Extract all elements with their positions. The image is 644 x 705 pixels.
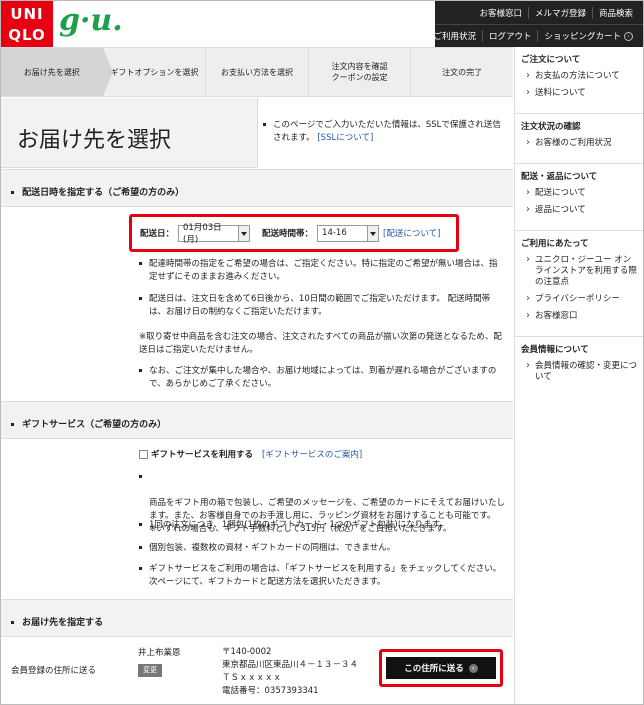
- help-sidebar: ご注文について お支払の方法について 送料について 注文状況の確認 お客様のご利…: [514, 47, 643, 704]
- bullet-dot: [139, 475, 142, 478]
- delivery-section-header: 配送日時を指定する（ご希望の方のみ）: [1, 169, 513, 207]
- delivery-date-label: 配送日：: [140, 229, 175, 239]
- chevron-right-icon: ›: [468, 663, 478, 673]
- step-confirm-order-label: 注文内容を確認 クーポンの設定: [331, 62, 388, 82]
- uniqlo-logo[interactable]: UNI QLO: [1, 1, 53, 49]
- step-confirm-order: 注文内容を確認 クーポンの設定: [307, 48, 411, 96]
- step-order-complete: 注文の完了: [410, 48, 513, 96]
- gu-logo[interactable]: g·u.: [59, 3, 123, 38]
- delivery-bullet: 配達時間帯の指定をご希望の場合は、ご指定ください。特に指定のご希望が無い場合は、…: [139, 258, 505, 284]
- postal-code: 〒140-0002: [222, 647, 272, 657]
- delivery-bullet-text: 配達時間帯の指定をご希望の場合は、ご指定ください。特に指定のご希望が無い場合は、…: [149, 259, 498, 282]
- delivery-date-value: 01月03日(月): [183, 223, 222, 245]
- sidebar-link[interactable]: 配送について: [521, 187, 639, 199]
- sidebar-section-title: 注文状況の確認: [521, 122, 581, 132]
- delivery-section-title: 配送日時を指定する（ご希望の方のみ）: [22, 188, 185, 198]
- page-title: お届け先を選択: [17, 128, 172, 153]
- sidebar-link[interactable]: 会員情報の確認・変更について: [521, 360, 639, 383]
- address-section-header: お届け先を指定する: [1, 599, 513, 637]
- gift-bullet: 1回の注文につき、1梱包(1枚のギフトカード・1つのギフト包装)になります。: [139, 519, 505, 532]
- sidebar-section-title: 配送・返品について: [521, 172, 598, 182]
- shopping-cart-link[interactable]: ショッピングカート ›: [537, 30, 639, 42]
- customer-window-link[interactable]: お客様窓口: [473, 7, 528, 19]
- step-payment-method: お支払い方法を選択: [205, 48, 308, 96]
- page-title-box: お届け先を選択: [1, 98, 258, 168]
- recipient-name: 井上布業恩: [138, 648, 181, 658]
- gift-bullet-text: 1回の注文につき、1梱包(1枚のギフトカード・1つのギフト包装)になります。: [149, 520, 448, 530]
- delivery-info-link[interactable]: [配送について]: [383, 227, 440, 239]
- sidebar-section: 会員情報について 会員情報の確認・変更について: [515, 337, 643, 397]
- sidebar-link[interactable]: お客様のご利用状況: [521, 137, 639, 149]
- address-line: 東京都品川区東品川４－１３－３４: [222, 660, 359, 670]
- usage-status-link[interactable]: ご利用状況: [427, 30, 482, 42]
- send-to-address-highlight: この住所に送る ›: [379, 649, 503, 687]
- delivery-datetime-box: 配送日： 01月03日(月) 配送時間帯： 14-16 [配送について]: [129, 214, 459, 252]
- dropdown-arrow-icon: [367, 225, 379, 241]
- sidebar-section-title: ご利用にあたって: [521, 239, 589, 249]
- bullet-dot: [139, 262, 142, 265]
- sidebar-section: 配送・返品について 配送について 返品について: [515, 164, 643, 231]
- bullet-dot: [139, 546, 142, 549]
- gift-bullet-text: 個別包装、複数枚の資材・ギフトカードの同梱は、できません。: [149, 543, 396, 553]
- address-building: ＴＳｘｘｘｘｘ: [222, 673, 282, 683]
- bullet-dot: [139, 523, 142, 526]
- phone-number: 電話番号：0357393341: [222, 686, 319, 696]
- gift-section-title: ギフトサービス（ご希望の方のみ）: [22, 420, 167, 430]
- sidebar-link[interactable]: お支払の方法について: [521, 70, 639, 82]
- delivery-time-label: 配送時間帯：: [262, 229, 314, 239]
- gift-section-header: ギフトサービス（ご希望の方のみ）: [1, 401, 513, 439]
- gift-service-option: ギフトサービスを利用する [ギフトサービスのご案内]: [139, 448, 362, 460]
- bullet-dot: [139, 567, 142, 570]
- sidebar-link[interactable]: プライバシーポリシー: [521, 293, 639, 305]
- gift-bullet: 個別包装、複数枚の資材・ギフトカードの同梱は、できません。: [139, 542, 505, 555]
- gift-bullet-text: ギフトサービスをご利用の場合は、「ギフトサービスを利用する」をチェックしてくださ…: [149, 564, 502, 587]
- bullet-dot: [263, 123, 266, 126]
- sidebar-link[interactable]: 送料について: [521, 87, 639, 99]
- ssl-note: このページでご入力いただいた情報は、SSLで保護され送信されます。 [SSLにつ…: [263, 119, 509, 145]
- logout-link[interactable]: ログアウト: [481, 30, 538, 42]
- change-address-button[interactable]: 変更: [138, 664, 162, 677]
- ssl-info-link[interactable]: [SSLについて]: [317, 133, 373, 143]
- shopping-cart-label: ショッピングカート: [544, 32, 621, 42]
- delivery-bullet: なお、ご注文が集中した場合や、お届け地域によっては、到着が遅れる場合がございます…: [139, 365, 505, 391]
- page: UNI QLO g·u. お客様窓口 メルマガ登録 商品検索 ご利用状況 ログア…: [0, 0, 644, 705]
- sidebar-section-title: ご注文について: [521, 55, 581, 65]
- bullet-dot: [139, 369, 142, 372]
- uniqlo-logo-line2: QLO: [8, 26, 46, 44]
- sidebar-link[interactable]: 返品について: [521, 204, 639, 216]
- gift-bullet: ギフトサービスをご利用の場合は、「ギフトサービスを利用する」をチェックしてくださ…: [139, 563, 505, 589]
- chevron-right-icon: ›: [624, 31, 633, 41]
- uniqlo-logo-line1: UNI: [10, 5, 44, 23]
- sidebar-section: ご注文について お支払の方法について 送料について: [515, 47, 643, 114]
- sidebar-section: ご利用にあたって ユニクロ・ジーユー オンラインストアを利用する際の注意点 プラ…: [515, 231, 643, 337]
- top-navigation: お客様窓口 メルマガ登録 商品検索 ご利用状況 ログアウト ショッピングカート …: [433, 1, 643, 47]
- bullet-dot: [139, 297, 142, 300]
- delivery-time-select[interactable]: 14-16: [317, 224, 380, 242]
- send-to-this-address-button[interactable]: この住所に送る ›: [386, 657, 496, 679]
- gift-service-info-link[interactable]: [ギフトサービスのご案内]: [262, 448, 362, 460]
- newsletter-link[interactable]: メルマガ登録: [527, 6, 592, 19]
- sidebar-link[interactable]: ユニクロ・ジーユー オンラインストアを利用する際の注意点: [521, 254, 639, 288]
- address-block: 〒140-0002 東京都品川区東品川４－１３－３４ ＴＳｘｘｘｘｘ 電話番号：…: [222, 646, 358, 698]
- checkout-steps: お届け先を選択 ギフトオプションを選択 お支払い方法を選択 注文内容を確認 クー…: [1, 47, 513, 97]
- delivery-bullet-text: なお、ご注文が集中した場合や、お届け地域によっては、到着が遅れる場合がございます…: [149, 366, 497, 389]
- member-address-label: 会員登録の住所に送る: [11, 666, 97, 676]
- delivery-note: ※取り寄せ中商品を含む注文の場合、注文されたすべての商品が揃い次第の発送となるた…: [139, 332, 502, 355]
- send-to-this-address-label: この住所に送る: [404, 664, 464, 674]
- step-select-destination: お届け先を選択: [1, 48, 113, 96]
- ssl-note-text: このページでご入力いただいた情報は、SSLで保護され送信されます。: [273, 120, 501, 143]
- address-section-title: お届け先を指定する: [22, 618, 104, 628]
- delivery-date-select[interactable]: 01月03日(月): [178, 223, 251, 245]
- delivery-time-value: 14-16: [322, 228, 347, 238]
- gift-service-label[interactable]: ギフトサービスを利用する: [151, 448, 253, 460]
- sidebar-link[interactable]: お客様窓口: [521, 310, 639, 322]
- step-gift-options: ギフトオプションを選択: [102, 48, 206, 96]
- product-search-link[interactable]: 商品検索: [591, 6, 639, 19]
- sidebar-section: 注文状況の確認 お客様のご利用状況: [515, 114, 643, 164]
- sidebar-section-title: 会員情報について: [521, 345, 589, 355]
- delivery-bullet: 配送日は、注文日を含めて6日後から、10日間の範囲でご指定いただけます。 配送時…: [139, 293, 505, 319]
- delivery-bullet-text: 配送日は、注文日を含めて6日後から、10日間の範囲でご指定いただけます。 配送時…: [149, 294, 491, 317]
- gift-service-checkbox[interactable]: [139, 449, 148, 459]
- dropdown-arrow-icon: [238, 225, 250, 241]
